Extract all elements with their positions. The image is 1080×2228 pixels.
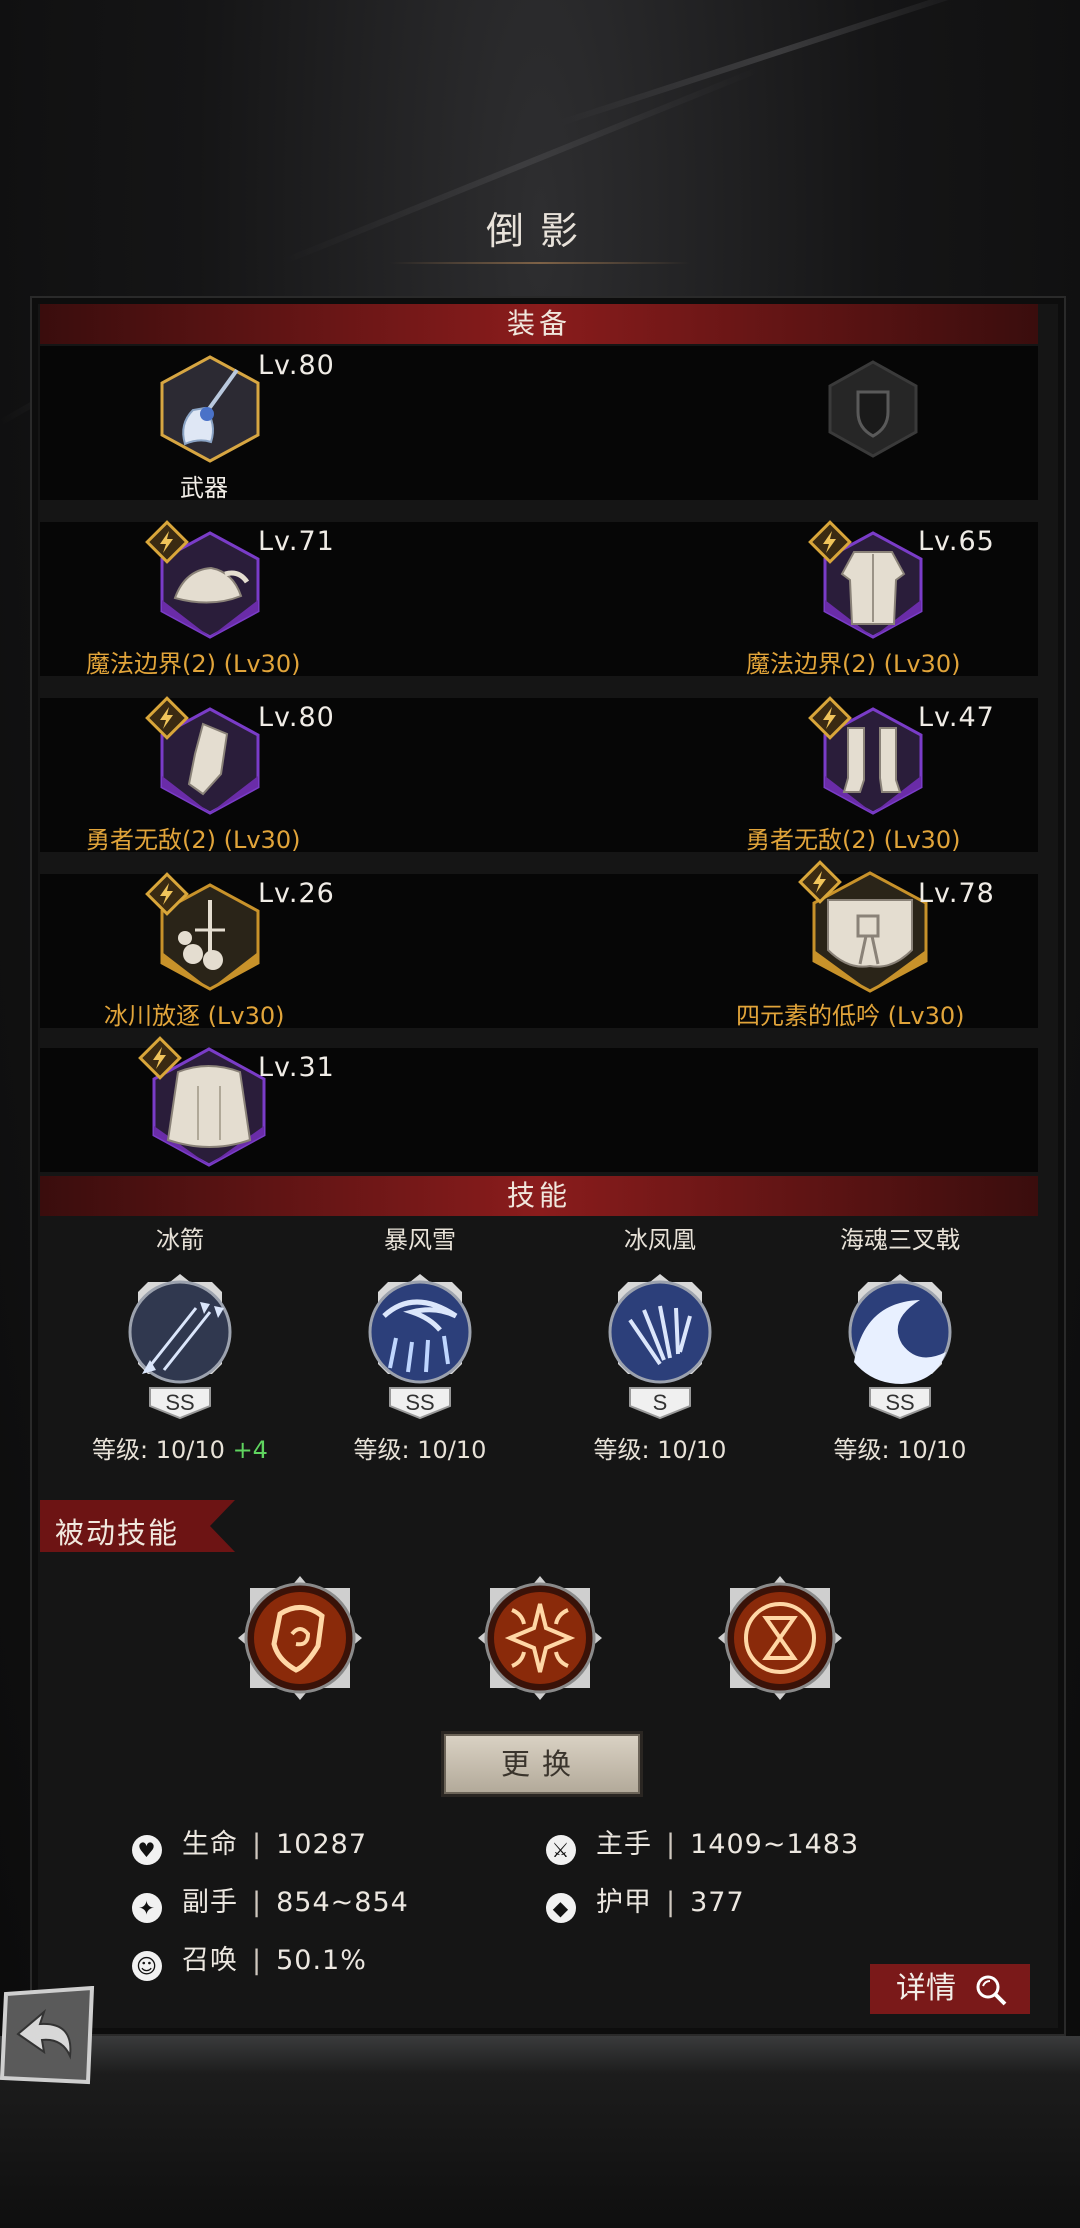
lightning-badge-icon	[138, 1036, 182, 1080]
weapon-level: Lv.80	[258, 350, 335, 381]
skill-grade: SS	[885, 1390, 914, 1415]
stat-separator: |	[252, 1829, 263, 1860]
equip-level: Lv.31	[258, 1052, 335, 1083]
lightning-badge-icon	[145, 872, 189, 916]
lightning-badge-icon	[145, 520, 189, 564]
skill-name: 海魂三叉戟	[840, 1226, 960, 1254]
skill-level-text: 等级: 10/10	[92, 1436, 225, 1464]
sword-icon: ⚔	[546, 1835, 576, 1865]
equip-set-name: 勇者无敌(2) (Lv30)	[746, 826, 961, 854]
hourglass-icon[interactable]	[716, 1574, 844, 1702]
offhand-icon: ✦	[132, 1893, 162, 1923]
magnifier-icon	[976, 1975, 1007, 2006]
wave-icon[interactable]: SS	[840, 1270, 960, 1420]
equip-set-name: 魔法边界(2) (Lv30)	[746, 650, 961, 678]
skill-level: 等级: 10/10 +4	[60, 1430, 300, 1465]
stat-armor: ◆ 护甲 | 377	[546, 1880, 745, 1923]
equip-level: Lv.80	[258, 702, 335, 733]
stat-separator: |	[666, 1887, 677, 1918]
detail-button-label: 详情	[896, 1971, 956, 2006]
stat-value: 50.1%	[276, 1945, 367, 1976]
stat-summon: ☺ 召唤 | 50.1%	[132, 1938, 367, 1981]
equip-slot-gloves[interactable]	[145, 696, 265, 816]
change-passive-button[interactable]: 更换	[444, 1734, 640, 1794]
equip-slot-boots[interactable]	[808, 696, 928, 816]
page-title: 倒影	[485, 209, 594, 253]
equip-slot-necklace[interactable]	[145, 872, 265, 992]
equip-set-name: 冰川放逐 (Lv30)	[104, 1002, 285, 1030]
blizzard-icon[interactable]: SS	[360, 1270, 480, 1420]
equip-level: Lv.71	[258, 526, 335, 557]
stat-separator: |	[252, 1887, 263, 1918]
back-arrow-icon[interactable]	[0, 1986, 96, 2086]
stat-separator: |	[252, 1945, 263, 1976]
stat-hp: ♥ 生命 | 10287	[132, 1822, 367, 1865]
stat-value: 377	[690, 1887, 745, 1918]
equip-slot-chest[interactable]	[808, 520, 928, 640]
title-divider	[390, 262, 690, 264]
skill-grade: SS	[165, 1390, 194, 1415]
stat-main-hand: ⚔ 主手 | 1409~1483	[546, 1822, 859, 1865]
detail-button[interactable]: 详情	[870, 1964, 1030, 2014]
skill-grade: S	[653, 1390, 668, 1415]
weapon-label: 武器	[180, 474, 228, 502]
equip-set-name: 四元素的低吟 (Lv30)	[736, 1002, 965, 1030]
stat-value: 854~854	[276, 1887, 409, 1918]
summon-icon: ☺	[132, 1951, 162, 1981]
lightning-badge-icon	[808, 520, 852, 564]
passive-header: 被动技能	[55, 1516, 180, 1550]
stat-off-hand: ✦ 副手 | 854~854	[132, 1880, 409, 1923]
skill-name: 暴风雪	[384, 1226, 456, 1254]
equip-level: Lv.47	[918, 702, 995, 733]
armor-icon: ◆	[546, 1893, 576, 1923]
stat-label: 副手	[182, 1887, 238, 1918]
lightning-badge-icon	[808, 696, 852, 740]
swirl-shield-icon[interactable]	[236, 1574, 364, 1702]
bg-streak	[559, 0, 999, 126]
equipment-header: 装备	[40, 304, 1038, 344]
skills-header: 技能	[40, 1176, 1038, 1216]
weapon-icon	[160, 355, 260, 463]
stat-value: 10287	[276, 1829, 368, 1860]
ice-arrow-icon[interactable]: SS	[120, 1270, 240, 1420]
shield-slot[interactable]	[818, 354, 928, 464]
equip-level: Lv.65	[918, 526, 995, 557]
equip-level: Lv.26	[258, 878, 335, 909]
equip-slot-belt[interactable]	[798, 860, 932, 994]
lightning-badge-icon	[798, 860, 842, 904]
stat-label: 召唤	[182, 1945, 238, 1976]
stat-label: 护甲	[596, 1887, 652, 1918]
skill-grade: SS	[405, 1390, 434, 1415]
shield-icon	[828, 360, 918, 458]
ice-phoenix-icon[interactable]: S	[600, 1270, 720, 1420]
skill-level: 等级: 10/10	[353, 1436, 487, 1464]
bottom-bar	[0, 2036, 1080, 2228]
weapon-slot[interactable]	[155, 354, 265, 464]
stat-label: 主手	[596, 1829, 652, 1860]
skill-level: 等级: 10/10	[833, 1436, 967, 1464]
lightning-badge-icon	[145, 696, 189, 740]
equip-set-name: 勇者无敌(2) (Lv30)	[86, 826, 301, 854]
skill-level: 等级: 10/10	[593, 1436, 727, 1464]
equip-slot-hat[interactable]	[145, 520, 265, 640]
stat-label: 生命	[182, 1829, 238, 1860]
equip-set-name: 魔法边界(2) (Lv30)	[86, 650, 301, 678]
equip-level: Lv.78	[918, 878, 995, 909]
skill-name: 冰箭	[156, 1226, 204, 1254]
skill-level-bonus: +4	[232, 1436, 268, 1464]
stat-separator: |	[666, 1829, 677, 1860]
sun-burst-icon[interactable]	[476, 1574, 604, 1702]
stat-value: 1409~1483	[690, 1829, 860, 1860]
heart-icon: ♥	[132, 1835, 162, 1865]
equip-slot-cloak[interactable]	[138, 1036, 270, 1168]
skill-name: 冰凤凰	[624, 1226, 696, 1254]
